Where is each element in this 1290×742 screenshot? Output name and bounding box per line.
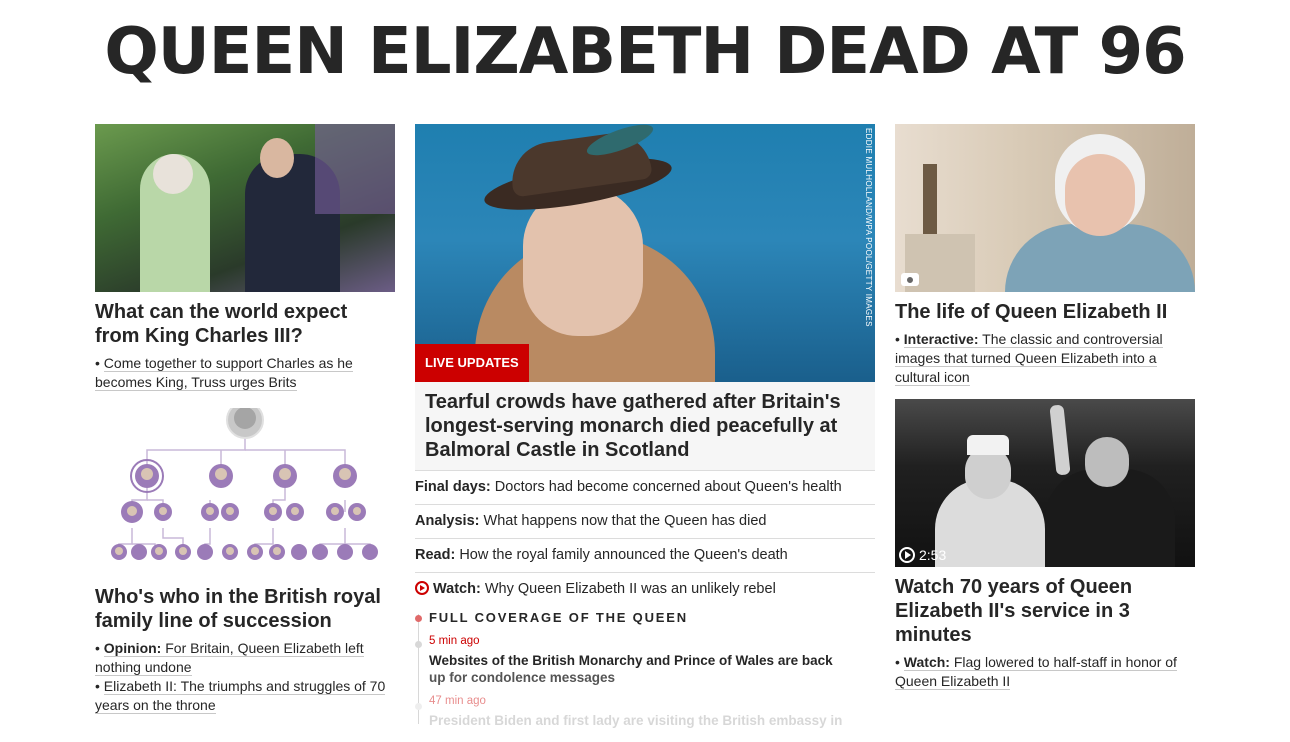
full-coverage-heading[interactable]: FULL COVERAGE OF THE QUEEN bbox=[429, 608, 875, 628]
page-headline[interactable]: QUEEN ELIZABETH DEAD AT 96 bbox=[0, 10, 1290, 94]
update-time: 5 min ago bbox=[429, 635, 480, 647]
timeline-dot bbox=[415, 703, 422, 710]
coronation-balcony-photo[interactable]: 2:53 bbox=[895, 399, 1195, 567]
queen-smiling-photo[interactable] bbox=[895, 124, 1195, 292]
link-analysis[interactable]: Analysis: What happens now that the Quee… bbox=[415, 504, 875, 538]
link-read[interactable]: Read: How the royal family announced the… bbox=[415, 538, 875, 572]
video-duration-badge[interactable]: 2:53 bbox=[899, 547, 946, 563]
card-title-70-years[interactable]: Watch 70 years of Queen Elizabeth II's s… bbox=[895, 575, 1195, 647]
timeline-dot bbox=[415, 615, 422, 622]
opinion-link[interactable]: • Opinion: For Britain, Queen Elizabeth … bbox=[95, 639, 395, 677]
live-updates-badge[interactable]: LIVE UPDATES bbox=[415, 344, 529, 382]
card-sub-link[interactable]: • Come together to support Charles as he… bbox=[95, 354, 395, 392]
left-column: What can the world expect from King Char… bbox=[95, 124, 395, 715]
play-icon bbox=[415, 581, 429, 595]
full-coverage-feed: FULL COVERAGE OF THE QUEEN 5 min ago Web… bbox=[415, 608, 875, 729]
update-item[interactable]: President Biden and first lady are visit… bbox=[429, 712, 875, 729]
family-tree-svg bbox=[111, 408, 378, 560]
card-title-king-charles[interactable]: What can the world expect from King Char… bbox=[95, 300, 395, 348]
interactive-link[interactable]: • Interactive: The classic and controver… bbox=[895, 330, 1195, 387]
queen-portrait-photo[interactable]: LIVE UPDATES EDDIE MULHOLLAND/WPA POOL/G… bbox=[415, 124, 875, 382]
link-final-days[interactable]: Final days: Doctors had become concerned… bbox=[415, 470, 875, 504]
card-title-life-of-queen[interactable]: The life of Queen Elizabeth II bbox=[895, 300, 1195, 324]
update-item[interactable]: Websites of the British Monarchy and Pri… bbox=[429, 652, 875, 686]
card-title-line-of-succession[interactable]: Who's who in the British royal family li… bbox=[95, 585, 395, 633]
update-time: 47 min ago bbox=[429, 695, 486, 707]
photo-credit: EDDIE MULHOLLAND/WPA POOL/GETTY IMAGES bbox=[864, 128, 873, 327]
link-watch[interactable]: Watch: Why Queen Elizabeth II was an unl… bbox=[415, 572, 875, 606]
watch-link[interactable]: • Watch: Flag lowered to half-staff in h… bbox=[895, 653, 1195, 691]
succession-tree-graphic[interactable] bbox=[95, 408, 395, 583]
play-icon bbox=[899, 547, 915, 563]
right-column: The life of Queen Elizabeth II • Interac… bbox=[895, 124, 1195, 691]
triumphs-link[interactable]: • Elizabeth II: The triumphs and struggl… bbox=[95, 677, 395, 715]
main-story-title[interactable]: Tearful crowds have gathered after Brita… bbox=[415, 382, 875, 470]
timeline-dot bbox=[415, 641, 422, 648]
middle-column: LIVE UPDATES EDDIE MULHOLLAND/WPA POOL/G… bbox=[415, 124, 875, 729]
charles-kiss-hand-photo[interactable] bbox=[95, 124, 395, 292]
camera-icon bbox=[901, 273, 919, 286]
